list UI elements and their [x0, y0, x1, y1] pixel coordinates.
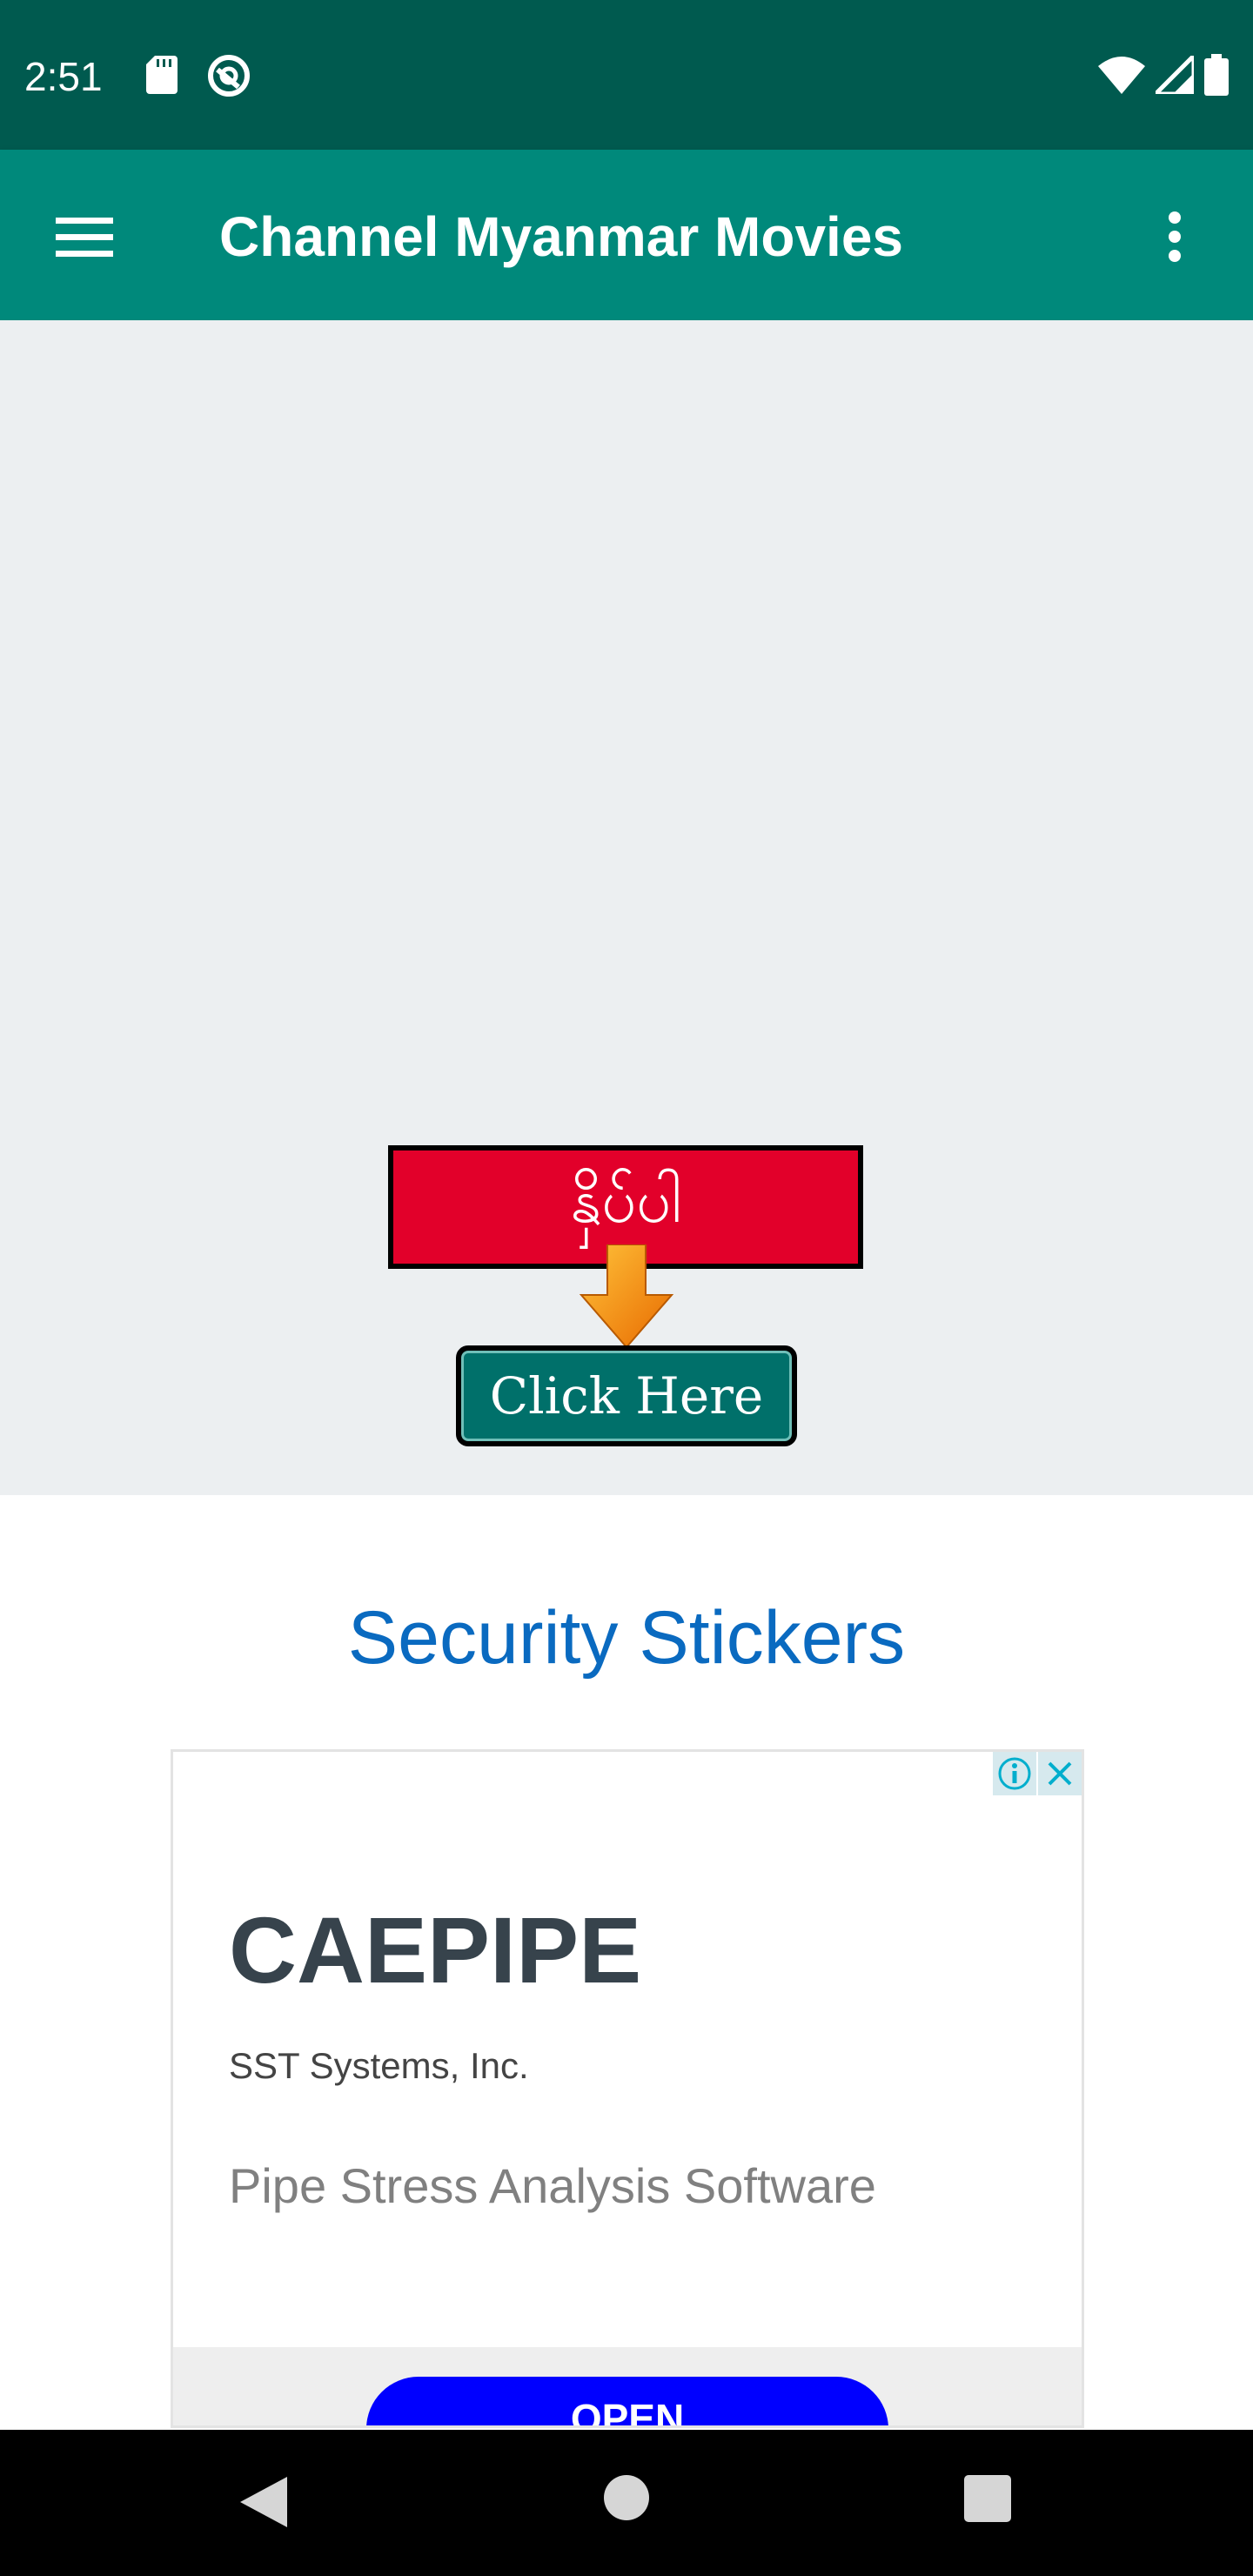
more-vert-icon [1169, 211, 1181, 262]
wifi-icon [1098, 57, 1145, 94]
app-bar: Channel Myanmar Movies [0, 150, 1253, 320]
ad-open-button[interactable]: OPEN [366, 2377, 888, 2425]
app-title: Channel Myanmar Movies [219, 205, 903, 268]
sync-icon [208, 55, 250, 97]
ad-product-name: CAEPIPE [229, 1897, 642, 2002]
sd-card-icon [146, 56, 178, 94]
ad-footer: OPEN [173, 2347, 1082, 2425]
ad-company-name: SST Systems, Inc. [229, 2045, 529, 2086]
back-icon[interactable] [235, 2473, 291, 2531]
ad-info-button[interactable] [993, 1752, 1036, 1795]
down-arrow-icon [579, 1244, 674, 1349]
ad-close-button[interactable] [1038, 1752, 1082, 1795]
info-icon [998, 1757, 1031, 1790]
home-icon[interactable] [604, 2475, 649, 2520]
status-bar: 2:51 [0, 0, 1253, 150]
navigation-bar [0, 2430, 1253, 2576]
close-icon [1048, 1761, 1072, 1786]
status-right-icons [1098, 52, 1229, 97]
click-here-button[interactable]: Click Here [456, 1345, 797, 1446]
recents-icon[interactable] [964, 2475, 1011, 2522]
hamburger-menu-icon [56, 218, 113, 257]
overflow-menu-button[interactable] [1131, 193, 1218, 280]
status-time: 2:51 [24, 54, 103, 99]
ad-description: Pipe Stress Analysis Software [229, 2158, 876, 2213]
banner-burmese-text: နှိပ်ပါ [569, 1164, 682, 1237]
menu-button[interactable] [42, 193, 129, 280]
signal-icon [1156, 56, 1194, 94]
security-stickers-heading[interactable]: Security Stickers [0, 1594, 1253, 1681]
ad-card[interactable]: CAEPIPE SST Systems, Inc. Pipe Stress An… [171, 1749, 1084, 2428]
ad-choices-badge[interactable] [993, 1752, 1082, 1795]
battery-icon [1204, 54, 1229, 96]
